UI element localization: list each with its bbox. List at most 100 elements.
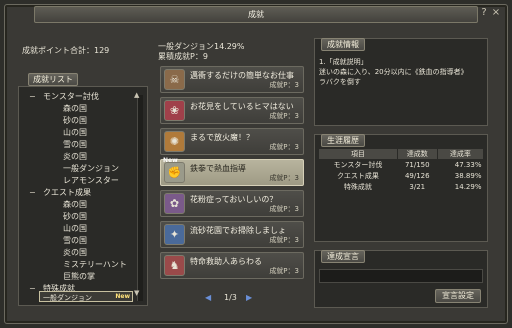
points-area: 成就ポイント合計：129 (18, 40, 148, 62)
next-page-button[interactable]: ▶ (246, 293, 252, 302)
tree-item-label: 砂の国 (63, 212, 87, 221)
achievement-card[interactable]: ✿ 花粉症っておいしいの？ 成就P：3 (160, 190, 304, 217)
history-table: 項目 達成数 達成率 モンスター討伐 71/150 47.33% クエスト成果 49/126… (318, 148, 485, 193)
tab-lifetime-history[interactable]: 生涯履歴 (321, 134, 365, 147)
achievement-points: 成就P：3 (269, 143, 299, 151)
tree-item-label: 山の国 (63, 128, 87, 137)
tree-subitem[interactable]: 砂の国 (63, 115, 87, 127)
tree-subitem[interactable]: 森の国 (63, 199, 87, 211)
achievement-points: 成就P：3 (269, 236, 299, 244)
demon-icon: ❀ (164, 100, 185, 121)
achievement-card[interactable]: ♞ 特命救助人あらわる 成就P：3 (160, 252, 304, 279)
tree-item-label: 一般ダンジョン (63, 164, 119, 173)
scroll-down-icon[interactable]: ▼ (134, 289, 139, 297)
achievement-card[interactable]: ❀ お花見をしているヒマはない 成就P：3 (160, 97, 304, 124)
points-total: 成就ポイント合計：129 (22, 46, 110, 55)
tree-selected-label: 一般ダンジョン (43, 294, 92, 302)
tree-item-label: レアモンスター (63, 176, 119, 185)
tree-subitem[interactable]: 巨熊の掌 (63, 271, 95, 283)
achievement-points: 成就P：3 (269, 112, 299, 120)
new-badge: New (163, 157, 178, 164)
achievement-card[interactable]: ✺ まるで放火魔！？ 成就P：3 (160, 128, 304, 155)
tab-declare[interactable]: 達成宣言 (321, 250, 365, 263)
achievement-points: 成就P：3 (269, 205, 299, 213)
tree-item-label: モンスター討伐 (43, 92, 99, 101)
prev-page-button[interactable]: ◀ (205, 293, 211, 302)
achievement-card[interactable]: ✊ New 鉄拳で熱血指導成就P：3 (160, 157, 304, 186)
tree-subitem[interactable]: 雪の国 (63, 139, 87, 151)
tree-subitem[interactable]: 森の国 (63, 103, 87, 115)
fire-orb-icon: ✺ (164, 131, 185, 152)
achievement-tree: − モンスター討伐 森の国 砂の国 山の国 雪の国 炎の国 一般ダンジョン レアモンスター − クエ… (18, 86, 148, 306)
achievement-card[interactable]: ☠ 邁衝するだけの簡単なお仕事 成就P：3 (160, 66, 304, 93)
table-cell: モンスター討伐 (333, 161, 383, 170)
achievement-points: 成就P：3 (269, 174, 299, 182)
declare-settings-button[interactable]: 宣言設定 (435, 289, 481, 303)
history-column-header: 達成数 (396, 148, 438, 160)
history-column-header: 達成率 (436, 148, 485, 160)
table-cell: 3/21 (409, 183, 426, 191)
tree-item-selected[interactable]: 一般ダンジョン New (39, 291, 133, 302)
collapse-icon[interactable]: − (29, 91, 36, 103)
table-row: クエスト成果 49/126 38.89% (319, 171, 484, 182)
achievement-card[interactable]: ✦ 流砂花園でお掃除しましょ 成就P：3 (160, 221, 304, 248)
achievement-name: 花粉症っておいしいの？ (190, 195, 278, 204)
table-cell: 71/150 (404, 161, 430, 170)
info-desc-line1: 迷いの森に入り、20分以内に《鉄血の指導者》 (319, 68, 468, 76)
sand-icon: ✦ (164, 224, 185, 245)
history-column-header: 項目 (318, 148, 398, 160)
tree-category[interactable]: − モンスター討伐 (29, 91, 99, 103)
tree-subitem[interactable]: 炎の国 (63, 247, 87, 259)
achievement-name: まるで放火魔！？ (190, 133, 254, 142)
tree-item-label: 砂の国 (63, 116, 87, 125)
new-badge: New (115, 293, 130, 300)
table-row: 特殊成就 3/21 14.29% (319, 182, 484, 193)
tree-subitem[interactable]: レアモンスター (63, 175, 119, 187)
info-panel: 成就情報 1.「成就説明」 迷いの森に入り、20分以内に《鉄血の指導者》 ラバク… (314, 38, 488, 126)
tree-item-label: 雪の国 (63, 236, 87, 245)
scroll-up-icon[interactable]: ▲ (134, 91, 139, 99)
close-icon[interactable]: × (490, 6, 502, 20)
window-title: 成就 (34, 6, 478, 23)
rescue-icon: ♞ (164, 255, 185, 276)
tree-subitem[interactable]: 炎の国 (63, 151, 87, 163)
tree-item-label: 森の国 (63, 104, 87, 113)
declare-panel: 達成宣言 宣言設定 (314, 250, 488, 308)
table-cell: 47.33% (454, 161, 482, 170)
achievement-name: 特命救助人あらわる (190, 257, 262, 266)
tree-item-label: 巨熊の掌 (63, 272, 95, 281)
page-indicator: 1/3 (224, 293, 237, 302)
table-cell: クエスト成果 (336, 172, 379, 180)
tree-item-label: 炎の国 (63, 152, 87, 161)
table-cell: 38.89% (454, 172, 482, 180)
tab-achievement-list[interactable]: 成就リスト (28, 73, 78, 86)
tab-achievement-info[interactable]: 成就情報 (321, 38, 365, 51)
tree-subitem[interactable]: 山の国 (63, 223, 87, 235)
collapse-icon[interactable]: − (29, 283, 36, 295)
tree-item-label: クエスト成果 (43, 188, 91, 197)
tree-item-label: 森の国 (63, 200, 87, 209)
info-title: 1.「成就説明」 (319, 58, 368, 66)
tree-scrollbar[interactable] (137, 95, 143, 301)
tree-subitem[interactable]: 雪の国 (63, 235, 87, 247)
declare-text-field[interactable] (319, 269, 483, 283)
table-cell: 特殊成就 (343, 183, 372, 191)
tree-subitem[interactable]: 一般ダンジョン (63, 163, 119, 175)
tree-subitem[interactable]: 山の国 (63, 127, 87, 139)
flower-icon: ✿ (164, 193, 185, 214)
achievement-points: 成就P：3 (269, 267, 299, 275)
tree-subitem[interactable]: ミステリーハント (63, 259, 127, 271)
help-icon[interactable]: ? (478, 6, 490, 20)
table-cell: 49/126 (404, 172, 430, 180)
info-desc-line2: ラバクを倒す (319, 78, 361, 86)
achievement-points: 成就P：3 (269, 81, 299, 89)
fist-icon: ✊ (164, 162, 185, 183)
tree-item-label: 雪の国 (63, 140, 87, 149)
tree-item-label: ミステリーハント (63, 260, 127, 269)
skull-icon: ☠ (164, 69, 185, 90)
achievement-name: 鉄拳で熱血指導 (190, 164, 246, 173)
tree-subitem[interactable]: 砂の国 (63, 211, 87, 223)
tree-category[interactable]: − クエスト成果 (29, 187, 91, 199)
tree-item-label: 山の国 (63, 224, 87, 233)
collapse-icon[interactable]: − (29, 187, 36, 199)
